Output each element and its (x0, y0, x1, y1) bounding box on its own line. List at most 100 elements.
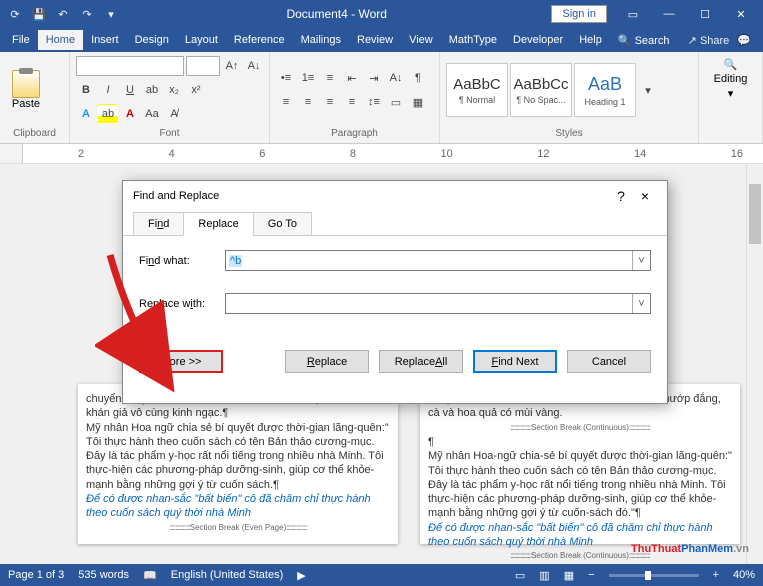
language-indicator[interactable]: English (United States) (171, 569, 284, 581)
tab-mailings[interactable]: Mailings (293, 30, 349, 50)
tab-review[interactable]: Review (349, 30, 401, 50)
align-center-icon[interactable]: ≡ (298, 92, 318, 112)
paste-button[interactable]: Paste (6, 70, 46, 110)
tab-find[interactable]: Find (133, 212, 184, 236)
italic-button[interactable]: I (98, 80, 118, 100)
zoom-level[interactable]: 40% (733, 569, 755, 581)
numbering-icon[interactable]: 1≡ (298, 68, 318, 88)
close-icon[interactable]: ✕ (723, 0, 759, 28)
shrink-font-icon[interactable]: A↓ (244, 56, 264, 76)
chevron-down-icon[interactable]: ˅ (632, 251, 650, 270)
cancel-button[interactable]: Cancel (567, 350, 651, 373)
justify-icon[interactable]: ≡ (342, 92, 362, 112)
tab-replace[interactable]: Replace (183, 212, 253, 236)
bold-button[interactable]: B (76, 80, 96, 100)
redo-icon[interactable]: ↷ (76, 3, 98, 25)
replace-with-input[interactable]: ˅ (225, 293, 651, 314)
tab-help[interactable]: Help (571, 30, 610, 50)
line-spacing-icon[interactable]: ↕≡ (364, 92, 384, 112)
word-count[interactable]: 535 words (78, 569, 129, 581)
view-print-icon[interactable]: ▥ (539, 569, 549, 582)
tab-layout[interactable]: Layout (177, 30, 226, 50)
tab-goto[interactable]: Go To (253, 212, 312, 236)
tab-design[interactable]: Design (127, 30, 177, 50)
status-bar: Page 1 of 3 535 words 📖 English (United … (0, 564, 763, 586)
chevron-down-icon[interactable]: ˅ (632, 294, 650, 313)
font-color-icon[interactable]: A (120, 104, 140, 124)
multilevel-icon[interactable]: ≡ (320, 68, 340, 88)
show-marks-icon[interactable]: ¶ (408, 68, 428, 88)
undo-icon[interactable]: ↶ (52, 3, 74, 25)
ribbon: Paste Clipboard A↑ A↓ B I U ab x₂ x² A a… (0, 52, 763, 144)
sort-icon[interactable]: A↓ (386, 68, 406, 88)
style-nospacing[interactable]: AaBbCc¶ No Spac... (510, 63, 572, 117)
dialog-close-icon[interactable]: × (633, 188, 657, 204)
ribbon-options-icon[interactable]: ▭ (615, 0, 651, 28)
view-read-icon[interactable]: ▭ (515, 569, 525, 582)
clear-formatting-icon[interactable]: A̸ (164, 104, 184, 124)
dialog-help-icon[interactable]: ? (609, 188, 633, 204)
tab-insert[interactable]: Insert (83, 30, 127, 50)
view-web-icon[interactable]: ▦ (564, 569, 574, 582)
search-button[interactable]: 🔍 Search (610, 30, 678, 51)
change-case-icon[interactable]: Aa (142, 104, 162, 124)
find-next-button[interactable]: Find Next (473, 350, 557, 373)
minimize-icon[interactable]: — (651, 0, 687, 28)
page-indicator[interactable]: Page 1 of 3 (8, 569, 64, 581)
replace-all-button[interactable]: Replace All (379, 350, 463, 373)
vertical-scrollbar[interactable] (746, 164, 763, 564)
zoom-slider[interactable] (609, 574, 699, 577)
maximize-icon[interactable]: ☐ (687, 0, 723, 28)
spell-check-icon[interactable]: 📖 (143, 569, 157, 582)
page-2[interactable]: Thay vào đó, cô ăn rất nhiều rau củ, đặc… (420, 384, 740, 544)
comments-icon[interactable]: 💬 (737, 34, 751, 47)
tab-references[interactable]: Reference (226, 30, 293, 50)
group-label-paragraph: Paragraph (276, 126, 433, 141)
tab-file[interactable]: File (4, 30, 38, 50)
underline-button[interactable]: U (120, 80, 140, 100)
zoom-in-icon[interactable]: + (713, 569, 719, 581)
subscript-button[interactable]: x₂ (164, 80, 184, 100)
shading-icon[interactable]: ▭ (386, 92, 406, 112)
window-titlebar: ⟳ 💾 ↶ ↷ ▾ Document4 - Word Sign in ▭ — ☐… (0, 0, 763, 28)
replace-button[interactable]: Replace (285, 350, 369, 373)
bullets-icon[interactable]: •≡ (276, 68, 296, 88)
highlight-icon[interactable]: ab (98, 104, 118, 124)
strikethrough-button[interactable]: ab (142, 80, 162, 100)
style-normal[interactable]: AaBbC¶ Normal (446, 63, 508, 117)
style-heading1[interactable]: AaBHeading 1 (574, 63, 636, 117)
find-replace-dialog: Find and Replace ? × Find Replace Go To … (122, 180, 668, 404)
save-icon[interactable]: 💾 (28, 3, 50, 25)
editing-button[interactable]: 🔍Editing▾ (705, 54, 756, 126)
quick-access-toolbar: ⟳ 💾 ↶ ↷ ▾ (4, 3, 122, 25)
horizontal-ruler[interactable]: 246810121416 (0, 144, 763, 164)
macro-icon[interactable]: ▶ (297, 569, 305, 582)
align-left-icon[interactable]: ≡ (276, 92, 296, 112)
styles-more-icon[interactable]: ▾ (638, 80, 658, 100)
zoom-out-icon[interactable]: − (588, 569, 594, 581)
tab-mathtype[interactable]: MathType (441, 30, 505, 50)
tab-view[interactable]: View (401, 30, 441, 50)
find-what-label: Find what: (139, 255, 217, 267)
more-button[interactable]: More >> (139, 350, 223, 373)
find-what-input[interactable]: ^b ˅ (225, 250, 651, 271)
font-family-combo[interactable] (76, 56, 184, 76)
replace-with-label: Replace with: (139, 298, 217, 310)
decrease-indent-icon[interactable]: ⇤ (342, 68, 362, 88)
grow-font-icon[interactable]: A↑ (222, 56, 242, 76)
text-effects-icon[interactable]: A (76, 104, 96, 124)
autosave-icon[interactable]: ⟳ (4, 3, 26, 25)
signin-button[interactable]: Sign in (551, 5, 607, 23)
qat-more-icon[interactable]: ▾ (100, 3, 122, 25)
group-label-clipboard: Clipboard (6, 126, 63, 141)
tab-home[interactable]: Home (38, 30, 83, 50)
group-label-styles: Styles (446, 126, 692, 141)
page-1[interactable]: chuyển chuyển và mềm mại. Sự dẻo dai, vẻ… (78, 384, 398, 544)
align-right-icon[interactable]: ≡ (320, 92, 340, 112)
share-button[interactable]: ↗ Share (688, 34, 730, 47)
tab-developer[interactable]: Developer (505, 30, 571, 50)
increase-indent-icon[interactable]: ⇥ (364, 68, 384, 88)
borders-icon[interactable]: ▦ (408, 92, 428, 112)
superscript-button[interactable]: x² (186, 80, 206, 100)
font-size-combo[interactable] (186, 56, 220, 76)
